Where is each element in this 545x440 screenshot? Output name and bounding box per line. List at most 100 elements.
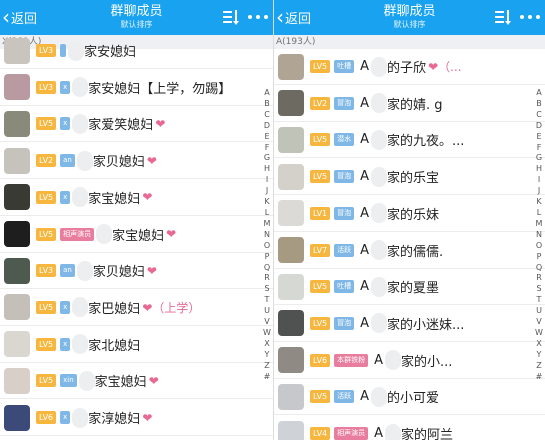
avatar[interactable]: [278, 383, 304, 410]
index-letter[interactable]: J: [262, 186, 272, 197]
member-row[interactable]: LV3 x 家安媳妇【上学，勿踢】: [0, 70, 273, 106]
index-letter[interactable]: G: [534, 153, 544, 164]
index-letter[interactable]: F: [262, 143, 272, 154]
member-row[interactable]: LV6 x 家淳媳妇 ❤: [0, 400, 273, 436]
index-letter[interactable]: U: [262, 306, 272, 317]
index-letter[interactable]: X: [262, 339, 272, 350]
sort-list-icon[interactable]: [495, 9, 511, 26]
more-dots-icon[interactable]: [520, 15, 540, 20]
index-letter[interactable]: C: [262, 110, 272, 121]
index-letter[interactable]: S: [262, 284, 272, 295]
index-letter[interactable]: Q: [262, 263, 272, 274]
member-row[interactable]: LV5 吐槽 A 的子欣 ❤（...: [274, 49, 545, 85]
index-letter[interactable]: D: [534, 121, 544, 132]
index-letter[interactable]: N: [534, 230, 544, 241]
index-letter[interactable]: O: [262, 241, 272, 252]
index-letter[interactable]: K: [534, 197, 544, 208]
index-letter[interactable]: W: [534, 328, 544, 339]
index-letter[interactable]: M: [262, 219, 272, 230]
index-letter[interactable]: Z: [262, 361, 272, 372]
avatar[interactable]: [4, 257, 30, 284]
index-letter[interactable]: V: [262, 317, 272, 328]
back-button[interactable]: ‹ 返回: [2, 0, 37, 35]
avatar[interactable]: [278, 310, 304, 337]
avatar[interactable]: [278, 347, 304, 374]
index-letter[interactable]: V: [534, 317, 544, 328]
back-button[interactable]: ‹ 返回: [276, 0, 311, 35]
index-letter[interactable]: H: [534, 164, 544, 175]
index-letter[interactable]: I: [534, 175, 544, 186]
index-letter[interactable]: B: [262, 99, 272, 110]
member-row[interactable]: LV5 吐槽 A 家的夏墨: [274, 269, 545, 306]
index-letter[interactable]: W: [262, 328, 272, 339]
member-row[interactable]: LV5 相声演员 家宝媳妇 ❤: [0, 217, 273, 253]
index-letter[interactable]: B: [534, 99, 544, 110]
member-row[interactable]: LV3 an 家贝媳妇 ❤: [0, 253, 273, 290]
index-letter[interactable]: R: [534, 273, 544, 284]
index-letter[interactable]: #: [534, 372, 544, 383]
index-letter[interactable]: A: [262, 88, 272, 99]
alphabet-index-left[interactable]: A B C D E F G H I J K L M N O P Q R S T U V W X Y Z #: [262, 88, 272, 382]
index-letter[interactable]: T: [262, 295, 272, 306]
member-row[interactable]: LV2 an 家贝媳妇 ❤: [0, 143, 273, 180]
member-row[interactable]: LV5 x 家巴媳妇 ❤（上学）: [0, 290, 273, 326]
member-row[interactable]: LV5 xin 家宝媳妇 ❤: [0, 363, 273, 400]
index-letter[interactable]: U: [534, 306, 544, 317]
index-letter[interactable]: E: [534, 132, 544, 143]
avatar[interactable]: [278, 90, 304, 117]
avatar[interactable]: [278, 273, 304, 300]
index-letter[interactable]: X: [534, 339, 544, 350]
member-row[interactable]: LV5 活跃 A 的小可爱: [274, 379, 545, 416]
index-letter[interactable]: F: [534, 143, 544, 154]
member-row[interactable]: LV4 相声演员 A 家的阿兰: [274, 416, 545, 440]
avatar[interactable]: [4, 404, 30, 431]
index-letter[interactable]: I: [262, 175, 272, 186]
sort-subtitle[interactable]: 默认排序: [383, 20, 435, 30]
member-row[interactable]: LV3 家安媳妇: [0, 33, 273, 69]
member-row[interactable]: LV5 潜水 A 家的九夜。...: [274, 122, 545, 159]
avatar[interactable]: [4, 221, 30, 247]
member-row[interactable]: LV5 x 家北媳妇: [0, 327, 273, 363]
index-letter[interactable]: G: [262, 153, 272, 164]
avatar[interactable]: [4, 184, 30, 211]
avatar[interactable]: [4, 294, 30, 321]
index-letter[interactable]: J: [534, 186, 544, 197]
member-row[interactable]: LV5 x 家爱笑媳妇 ❤: [0, 106, 273, 143]
index-letter[interactable]: D: [262, 121, 272, 132]
member-row[interactable]: LV5 冒泡 A 家的小迷妹...: [274, 306, 545, 342]
avatar[interactable]: [278, 53, 304, 80]
index-letter[interactable]: T: [534, 295, 544, 306]
avatar[interactable]: [278, 237, 304, 263]
index-letter[interactable]: C: [534, 110, 544, 121]
avatar[interactable]: [4, 147, 30, 174]
avatar[interactable]: [278, 200, 304, 227]
index-letter[interactable]: N: [262, 230, 272, 241]
index-letter[interactable]: R: [262, 273, 272, 284]
index-letter[interactable]: Y: [534, 350, 544, 361]
index-letter[interactable]: M: [534, 219, 544, 230]
avatar[interactable]: [4, 367, 30, 394]
index-letter[interactable]: L: [262, 208, 272, 219]
index-letter[interactable]: P: [262, 252, 272, 263]
more-dots-icon[interactable]: [248, 15, 268, 20]
index-letter[interactable]: L: [534, 208, 544, 219]
avatar[interactable]: [4, 331, 30, 358]
sort-list-icon[interactable]: [223, 9, 239, 26]
member-row[interactable]: LV5 x 家宝媳妇 ❤: [0, 180, 273, 216]
index-letter[interactable]: O: [534, 241, 544, 252]
member-row[interactable]: LV7 活跃 A 家的儒儒.: [274, 233, 545, 269]
index-letter[interactable]: Y: [262, 350, 272, 361]
index-letter[interactable]: K: [262, 197, 272, 208]
index-letter[interactable]: S: [534, 284, 544, 295]
index-letter[interactable]: Q: [534, 263, 544, 274]
member-row[interactable]: LV5 冒泡 A 家的乐宝: [274, 159, 545, 196]
avatar[interactable]: [278, 126, 304, 153]
index-letter[interactable]: P: [534, 252, 544, 263]
member-row[interactable]: LV1 冒泡 A 家的乐妹: [274, 196, 545, 232]
avatar[interactable]: [4, 110, 30, 137]
member-row[interactable]: LV2 冒泡 A 家的婧. g: [274, 86, 545, 122]
index-letter[interactable]: H: [262, 164, 272, 175]
index-letter[interactable]: #: [262, 372, 272, 383]
index-letter[interactable]: E: [262, 132, 272, 143]
index-letter[interactable]: A: [534, 88, 544, 99]
